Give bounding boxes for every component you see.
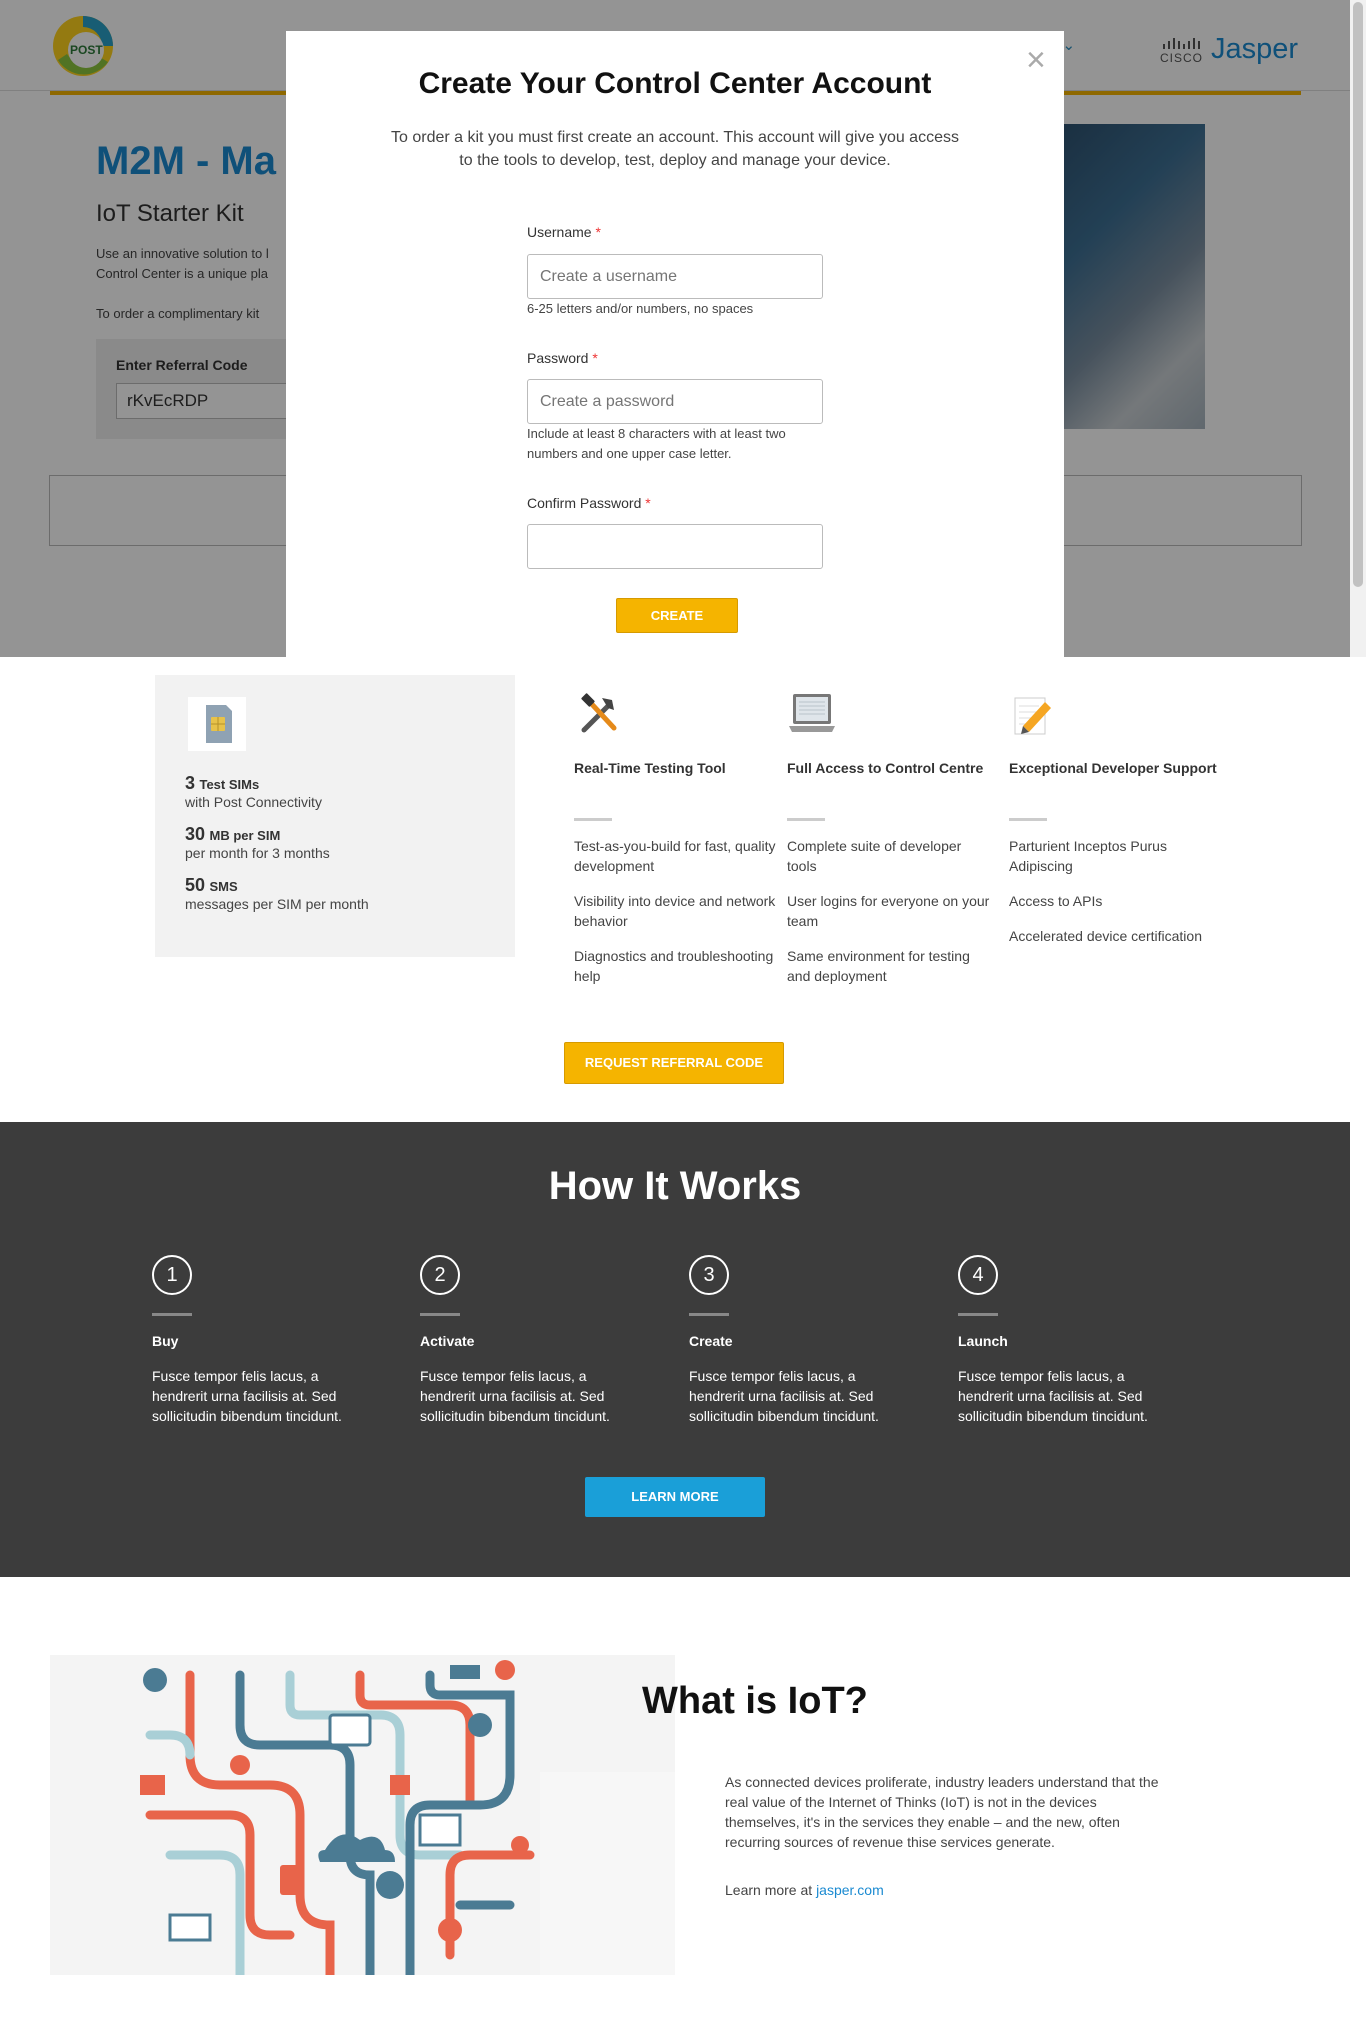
- notepad-pencil-icon: [1009, 690, 1059, 740]
- password-label-text: Password: [527, 350, 589, 366]
- feature-divider: [1009, 818, 1047, 821]
- confirm-password-label: Confirm Password *: [527, 495, 651, 511]
- step-launch: 4 Launch Fusce tempor felis lacus, a hen…: [958, 1255, 1148, 1424]
- feature-column-control-centre: Full Access to Control Centre Complete s…: [787, 690, 989, 984]
- feature-item: Complete suite of developer tools: [787, 838, 962, 874]
- confirm-password-label-text: Confirm Password: [527, 495, 642, 511]
- confirm-password-input[interactable]: [527, 524, 823, 569]
- feature-item: Test-as-you-build for fast, quality deve…: [574, 838, 776, 874]
- iot-learn-prefix: Learn more at: [725, 1882, 817, 1898]
- feature-divider: [787, 818, 825, 821]
- username-label-text: Username: [527, 224, 592, 240]
- feature-item: Diagnostics and troubleshooting help: [574, 948, 774, 984]
- step-divider: [958, 1313, 998, 1316]
- step-title: Buy: [152, 1333, 179, 1349]
- tools-icon: [574, 690, 624, 740]
- request-referral-code-button[interactable]: REQUEST REFERRAL CODE: [564, 1042, 784, 1084]
- step-title: Activate: [420, 1333, 475, 1349]
- how-it-works-section: How It Works 1 Buy Fusce tempor felis la…: [0, 1122, 1350, 1577]
- iot-paragraph: As connected devices proliferate, indust…: [725, 1774, 1159, 1850]
- required-mark: *: [592, 350, 598, 366]
- create-button[interactable]: CREATE: [616, 598, 738, 633]
- iot-title: What is IoT?: [642, 1680, 868, 1722]
- step-number: 4: [958, 1255, 998, 1295]
- kit-item-number: 50: [185, 875, 206, 895]
- step-description: Fusce tempor felis lacus, a hendrerit ur…: [689, 1368, 879, 1424]
- kit-item: 30 MB per SIM per month for 3 months: [185, 824, 330, 861]
- kit-item-sub: with Post Connectivity: [185, 794, 322, 810]
- password-hint-line: numbers and one upper case letter.: [527, 446, 732, 461]
- create-account-modal: × Create Your Control Center Account To …: [286, 31, 1064, 657]
- page: POST h ⌄ CISCO Jasper M2M - Ma IoT Start…: [0, 0, 1366, 2044]
- jasper-link[interactable]: jasper.com: [816, 1882, 884, 1898]
- kit-item: 50 SMS messages per SIM per month: [185, 875, 369, 912]
- feature-column-testing: Real-Time Testing Tool Test-as-you-build…: [574, 690, 776, 984]
- kit-item-number: 3: [185, 773, 196, 793]
- feature-item: Accelerated device certification: [1009, 928, 1202, 944]
- feature-item: Access to APIs: [1009, 893, 1103, 909]
- feature-title: Exceptional Developer Support: [1009, 760, 1217, 776]
- step-create: 3 Create Fusce tempor felis lacus, a hen…: [689, 1255, 879, 1424]
- feature-column-support: Exceptional Developer Support Parturient…: [1009, 690, 1217, 944]
- feature-title: Full Access to Control Centre: [787, 760, 984, 776]
- kit-item-unit: MB per SIM: [209, 828, 281, 843]
- connected-devices-illustration: [140, 1660, 535, 1980]
- step-title: Create: [689, 1333, 733, 1349]
- password-hint-line: Include at least 8 characters with at le…: [527, 426, 786, 441]
- password-label: Password *: [527, 350, 598, 366]
- step-number: 2: [420, 1255, 460, 1295]
- laptop-icon: [787, 690, 837, 740]
- step-title: Launch: [958, 1333, 1008, 1349]
- kit-item-sub: messages per SIM per month: [185, 896, 369, 912]
- kit-item-unit: Test SIMs: [199, 777, 260, 792]
- sim-card-icon: [188, 697, 246, 751]
- username-hint: 6-25 letters and/or numbers, no spaces: [527, 301, 754, 316]
- modal-intro-line: To order a kit you must first create an …: [391, 129, 959, 146]
- step-activate: 2 Activate Fusce tempor felis lacus, a h…: [420, 1255, 610, 1424]
- required-mark: *: [645, 495, 651, 511]
- password-input[interactable]: [527, 379, 823, 424]
- username-label: Username *: [527, 224, 601, 240]
- iot-learn-more: Learn more at jasper.com: [725, 1882, 884, 1898]
- feature-item: User logins for everyone on your team: [787, 893, 990, 929]
- feature-title: Real-Time Testing Tool: [574, 760, 726, 776]
- step-buy: 1 Buy Fusce tempor felis lacus, a hendre…: [152, 1255, 342, 1424]
- step-divider: [689, 1313, 729, 1316]
- iot-illustration: [130, 1655, 550, 1980]
- learn-more-button[interactable]: LEARN MORE: [585, 1477, 765, 1517]
- modal-title: Create Your Control Center Account: [418, 67, 932, 100]
- step-divider: [420, 1313, 460, 1316]
- feature-item: Parturient Inceptos Purus Adipiscing: [1009, 838, 1167, 874]
- step-number: 3: [689, 1255, 729, 1295]
- username-input[interactable]: [527, 254, 823, 299]
- step-number: 1: [152, 1255, 192, 1295]
- feature-divider: [574, 818, 612, 821]
- kit-contents-card: 3 Test SIMs with Post Connectivity 30 MB…: [155, 675, 515, 957]
- kit-item-sub: per month for 3 months: [185, 845, 330, 861]
- modal-intro-line: to the tools to develop, test, deploy an…: [459, 152, 891, 169]
- kit-item-number: 30: [185, 824, 206, 844]
- scrollbar-thumb[interactable]: [1353, 2, 1363, 587]
- step-divider: [152, 1313, 192, 1316]
- required-mark: *: [595, 224, 601, 240]
- how-it-works-title: How It Works: [548, 1164, 802, 1208]
- iot-text-panel-bg: [540, 1772, 675, 1975]
- step-description: Fusce tempor felis lacus, a hendrerit ur…: [958, 1368, 1148, 1424]
- kit-item: 3 Test SIMs with Post Connectivity: [185, 773, 322, 810]
- kit-item-unit: SMS: [209, 879, 238, 894]
- feature-item: Same environment for testing and deploym…: [787, 948, 970, 984]
- feature-item: Visibility into device and network behav…: [574, 893, 776, 929]
- step-description: Fusce tempor felis lacus, a hendrerit ur…: [420, 1368, 610, 1424]
- step-description: Fusce tempor felis lacus, a hendrerit ur…: [152, 1368, 342, 1424]
